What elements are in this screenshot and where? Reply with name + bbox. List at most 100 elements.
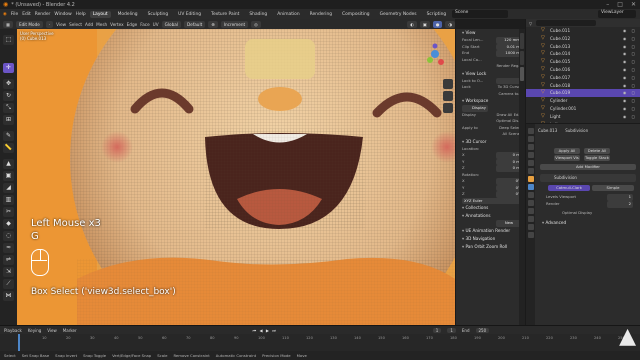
outliner-item[interactable]: ▽ Cube.012 ◉ ◻ — [526, 35, 640, 43]
menu-view[interactable]: View — [56, 22, 66, 27]
visibility-toggles-icon[interactable]: ◉ ◻ — [623, 35, 637, 43]
knife-tool-icon[interactable]: ✂ — [3, 207, 14, 217]
menu-mesh[interactable]: Mesh — [96, 22, 107, 27]
select-box-tool-icon[interactable]: ⬚ — [3, 35, 14, 45]
visibility-toggles-icon[interactable]: ◉ ◻ — [623, 97, 637, 105]
timeline-menu-view[interactable]: View — [47, 328, 57, 333]
menu-add[interactable]: Add — [85, 22, 93, 27]
particles-tab-icon[interactable] — [527, 192, 534, 198]
tab-modeling[interactable]: Modeling — [115, 11, 141, 18]
visibility-toggles-icon[interactable]: ◉ ◻ — [623, 82, 637, 90]
inset-tool-icon[interactable]: ▣ — [3, 171, 14, 181]
output-properties-tab-icon[interactable] — [527, 144, 534, 150]
spin-tool-icon[interactable]: ◌ — [3, 231, 14, 241]
current-frame-field[interactable]: 1 — [432, 327, 442, 333]
pivot-dropdown[interactable]: Default — [183, 20, 206, 28]
view-lock-section-header[interactable]: View Lock — [456, 70, 525, 78]
timeline-menu-marker[interactable]: Marker — [63, 328, 77, 333]
tab-shading[interactable]: Shading — [246, 11, 270, 18]
playhead[interactable] — [18, 334, 20, 351]
edge-slide-tool-icon[interactable]: ⇌ — [3, 255, 14, 265]
tab-compositing[interactable]: Compositing — [339, 11, 373, 18]
tool-properties-tab-icon[interactable] — [527, 128, 534, 134]
outliner-item[interactable]: ▽ Cube.011 ◉ ◻ — [526, 27, 640, 35]
timeline-menu-keying[interactable]: Keying — [28, 328, 41, 333]
local-camera-checkbox[interactable]: Local Ca... — [462, 57, 482, 64]
render-levels-field[interactable]: 2 — [607, 201, 633, 208]
menu-window[interactable]: Window — [54, 12, 71, 17]
timeline-ruler[interactable]: 0102030405060708090100110120130140150160… — [0, 334, 640, 351]
shading-material-button[interactable]: ◑ — [445, 20, 455, 28]
poly-build-tool-icon[interactable]: ◆ — [3, 219, 14, 229]
tab-sculpting[interactable]: Sculpting — [145, 11, 172, 18]
constraints-tab-icon[interactable] — [527, 208, 534, 214]
smooth-tool-icon[interactable]: ≈ — [3, 243, 14, 253]
outliner-item[interactable]: ▽ Cube.017 ◉ ◻ — [526, 74, 640, 82]
close-button[interactable]: ✕ — [631, 1, 636, 8]
simple-button[interactable]: Simple — [592, 185, 634, 191]
delete-all-button[interactable]: Delete All — [584, 148, 610, 154]
catmull-clark-button[interactable]: Catmull-Clark — [548, 185, 590, 191]
editor-type-button[interactable]: ▦ — [3, 20, 13, 28]
visibility-toggles-icon[interactable]: ◉ ◻ — [623, 66, 637, 74]
outliner-item[interactable]: ▽ Cube.014 ◉ ◻ — [526, 50, 640, 58]
tab-uv-editing[interactable]: UV Editing — [175, 11, 204, 18]
mode-dropdown[interactable]: Edit Mode — [15, 20, 43, 28]
tab-item[interactable] — [520, 33, 524, 49]
outliner-item[interactable]: ▽ Cube.016 ◉ ◻ — [526, 66, 640, 74]
scene-selector[interactable]: Scene — [452, 10, 508, 18]
snap-toggle[interactable]: ⊕ — [208, 20, 218, 28]
menu-help[interactable]: Help — [76, 12, 86, 17]
world-properties-tab-icon[interactable] — [527, 168, 534, 174]
overlays-dropdown[interactable]: ◐ — [407, 20, 417, 28]
timeline-menu-playback[interactable]: Playback — [4, 328, 22, 333]
viewport-vis-button[interactable]: Viewport Vis — [554, 155, 580, 161]
3d-navigation-section-header[interactable]: 3D Navigation — [456, 235, 525, 243]
shrink-fatten-tool-icon[interactable]: ⇲ — [3, 267, 14, 277]
visibility-toggles-icon[interactable]: ◉ ◻ — [623, 113, 637, 121]
outliner-item[interactable]: ▽ Cylinder ◉ ◻ — [526, 97, 640, 105]
visibility-toggles-icon[interactable]: ◉ ◻ — [623, 27, 637, 35]
modifier-name[interactable]: Subdivision — [554, 175, 577, 180]
extrude-tool-icon[interactable]: ▲ — [3, 159, 14, 169]
menu-edge[interactable]: Edge — [127, 22, 138, 27]
data-tab-icon[interactable] — [527, 216, 534, 222]
measure-tool-icon[interactable]: 📏 — [3, 143, 14, 153]
outliner-item[interactable]: ▽ Cube.013 ◉ ◻ — [526, 43, 640, 51]
proportional-edit-icon[interactable]: ◎ — [251, 20, 261, 28]
scale-tool-icon[interactable]: ⤡ — [3, 103, 14, 113]
tab-animation[interactable]: Animation — [274, 11, 302, 18]
3d-viewport[interactable]: User Perspective (0) Cube.013 Left Mouse… — [17, 29, 455, 325]
tab-tool[interactable] — [520, 51, 524, 65]
apply-all-button[interactable]: Apply All — [554, 148, 580, 154]
bevel-tool-icon[interactable]: ◢ — [3, 183, 14, 193]
outliner-item[interactable]: ▽ Cube.015 ◉ ◻ — [526, 58, 640, 66]
outliner-item[interactable]: ▽ Cylinder.001 ◉ ◻ — [526, 105, 640, 113]
menu-select[interactable]: Select — [69, 22, 82, 27]
orientation-dropdown[interactable]: Global — [161, 20, 181, 28]
outliner-search-input[interactable] — [536, 20, 597, 26]
blender-menu-icon[interactable]: ◉ — [3, 12, 7, 17]
snap-dropdown[interactable]: Increment — [220, 20, 249, 28]
visibility-toggles-icon[interactable]: ◉ ◻ — [623, 43, 637, 51]
menu-file[interactable]: File — [11, 12, 18, 17]
xray-toggle[interactable]: ▣ — [419, 20, 430, 28]
outliner-item[interactable]: ▽ Light ◉ ◻ — [526, 113, 640, 121]
modifier-header[interactable]: Subdivision — [540, 174, 636, 182]
transform-tool-icon[interactable]: ⊞ — [3, 115, 14, 125]
maximize-button[interactable]: □ — [617, 1, 623, 8]
modifier-properties-tab-icon[interactable] — [527, 184, 534, 190]
outliner-item[interactable]: ▽ Cube.018 ◉ ◻ — [526, 82, 640, 90]
menu-face[interactable]: Face — [140, 22, 149, 27]
select-mode-vertex-button[interactable]: · — [45, 20, 54, 28]
view-layer-tab-icon[interactable] — [527, 152, 534, 158]
visibility-toggles-icon[interactable]: ◉ ◻ — [623, 50, 637, 58]
cursor-tool-icon[interactable]: ✛ — [3, 63, 14, 73]
outliner-item[interactable]: ▽ Cube.019 ◉ ◻ — [526, 89, 640, 98]
annotate-tool-icon[interactable]: ✎ — [3, 131, 14, 141]
optimal-display-prop-checkbox[interactable]: Optimal Display — [562, 210, 592, 217]
pan-orbit-section-header[interactable]: Pan Orbit Zoom Roll — [456, 243, 525, 251]
3d-cursor-section-header[interactable]: 3D Cursor — [456, 138, 525, 146]
texture-tab-icon[interactable] — [527, 232, 534, 238]
annotations-section-header[interactable]: Annotations — [456, 212, 525, 220]
